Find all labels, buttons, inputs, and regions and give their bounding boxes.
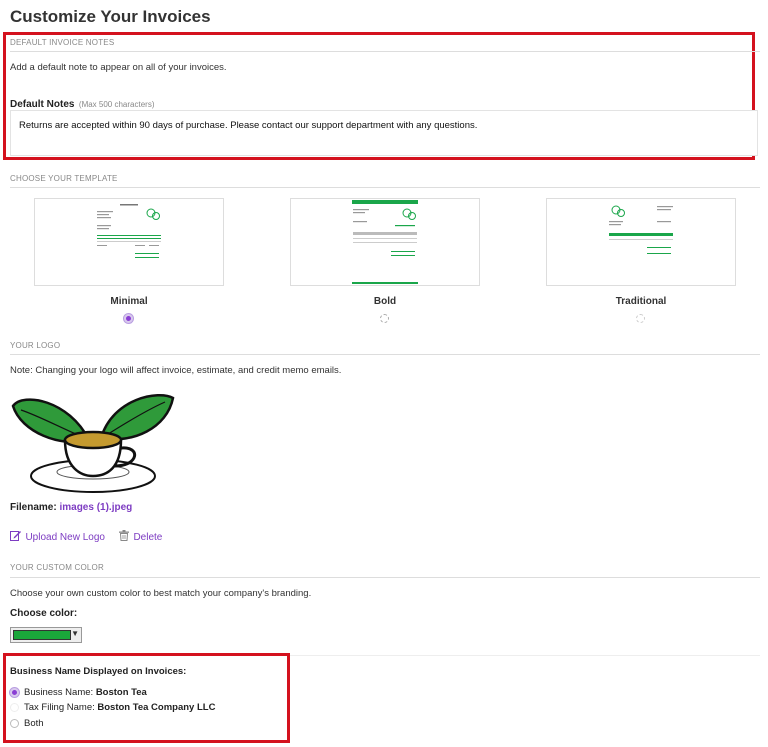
color-swatch [13, 630, 71, 640]
divider [10, 187, 760, 188]
divider [10, 51, 760, 52]
business-name-title: Business Name Displayed on Invoices: [10, 666, 187, 677]
logo-note: Note: Changing your logo will affect inv… [10, 365, 342, 376]
both-names-option[interactable]: Both [10, 718, 44, 729]
template-preview-bold [352, 200, 418, 284]
notes-description: Add a default note to appear on all of y… [10, 62, 227, 73]
upload-new-logo-link[interactable]: Upload New Logo [10, 527, 105, 545]
section-title-template: CHOOSE YOUR TEMPLATE [10, 174, 118, 183]
template-name-minimal: Minimal [110, 296, 148, 307]
color-picker-select[interactable]: ▼ [10, 627, 82, 643]
template-card-bold[interactable] [290, 198, 480, 286]
template-card-traditional[interactable] [546, 198, 736, 286]
option-prefix: Both [24, 718, 44, 729]
divider [10, 354, 760, 355]
section-title-logo: YOUR LOGO [10, 341, 61, 350]
logo-filename-row: Filename: images (1).jpeg [10, 502, 132, 513]
option-value: Boston Tea [95, 687, 147, 698]
option-value: Boston Tea Company LLC [97, 702, 216, 713]
default-notes-textarea[interactable]: Returns are accepted within 90 days of p… [10, 110, 758, 156]
business-name-radio[interactable] [10, 688, 19, 697]
delete-logo-label: Delete [133, 532, 163, 543]
logo-image [11, 394, 175, 493]
tax-filing-name-option[interactable]: Tax Filing Name: Boston Tea Company LLC [10, 702, 215, 713]
template-name-traditional: Traditional [615, 296, 667, 307]
upload-new-logo-label: Upload New Logo [25, 532, 105, 543]
option-prefix: Tax Filing Name: [24, 702, 95, 713]
divider [10, 577, 760, 578]
business-name-option[interactable]: Business Name: Boston Tea [10, 687, 147, 698]
edit-icon [10, 531, 21, 542]
page-title: Customize Your Invoices [10, 7, 211, 26]
dropdown-caret-icon: ▼ [71, 629, 79, 638]
trash-icon [119, 530, 129, 542]
custom-color-description: Choose your own custom color to best mat… [10, 588, 312, 599]
section-title-invoice-notes: DEFAULT INVOICE NOTES [10, 38, 115, 47]
template-name-bold: Bold [373, 296, 397, 307]
template-preview-minimal [97, 204, 161, 258]
default-notes-label: Default Notes [10, 99, 75, 110]
both-names-radio[interactable] [10, 719, 19, 728]
default-notes-hint: (Max 500 characters) [78, 100, 155, 109]
delete-logo-link[interactable]: Delete [119, 527, 162, 545]
section-title-custom-color: YOUR CUSTOM COLOR [10, 563, 104, 572]
filename-label: Filename: [10, 502, 57, 513]
logo-filename[interactable]: images (1).jpeg [59, 502, 132, 513]
option-prefix: Business Name: [24, 687, 94, 698]
template-preview-traditional [609, 205, 673, 254]
template-card-minimal[interactable] [34, 198, 224, 286]
tax-filing-name-radio[interactable] [10, 703, 19, 712]
template-radio-minimal[interactable] [124, 314, 133, 323]
template-radio-bold[interactable] [380, 314, 389, 323]
choose-color-label: Choose color: [10, 608, 78, 619]
template-radio-traditional[interactable] [636, 314, 645, 323]
